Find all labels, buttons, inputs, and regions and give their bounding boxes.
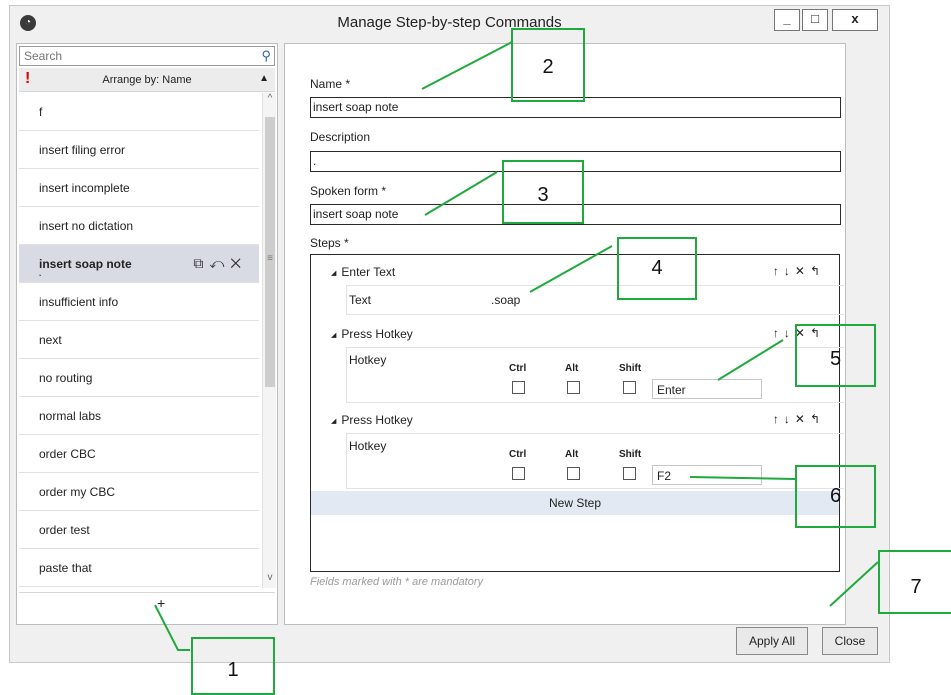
callout-box-1: 1: [191, 637, 275, 695]
callout-box-6: 6: [795, 465, 876, 528]
callout-line-2: [421, 41, 513, 90]
callout-box-4: 4: [617, 237, 697, 300]
callout-box-2: 2: [511, 28, 585, 102]
callout-line-5: [717, 339, 784, 381]
callout-box-5: 5: [795, 324, 876, 387]
callout-line-3: [424, 171, 498, 216]
callout-line-4: [529, 245, 613, 293]
callout-line-6: [689, 476, 796, 480]
callout-box-3: 3: [502, 160, 584, 224]
callout-line-1: [154, 604, 190, 651]
callout-box-7: 7: [878, 550, 951, 614]
callout-line-7: [829, 561, 879, 607]
